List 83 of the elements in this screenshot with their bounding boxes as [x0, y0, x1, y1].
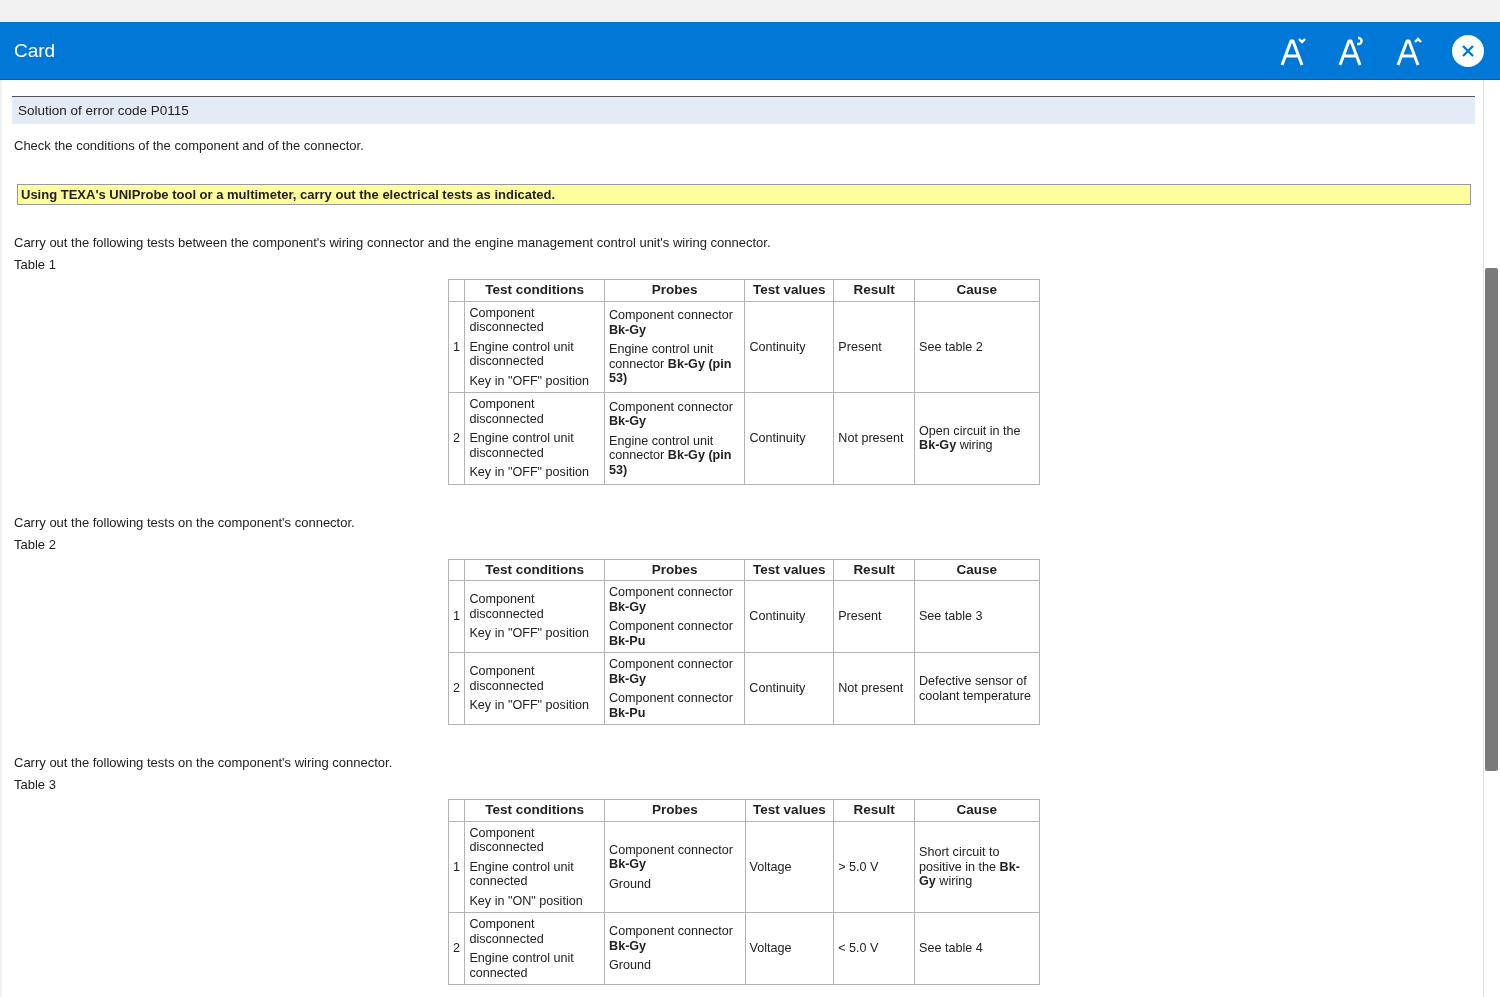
- column-header: Test conditions: [464, 279, 605, 301]
- probe-text: Component connector Bk-Gy: [608, 585, 734, 614]
- table-cell: Defective sensor of coolant temperature: [914, 652, 1039, 725]
- condition-text: Engine control unit disconnected: [469, 431, 575, 460]
- table-cell: Present: [833, 301, 915, 393]
- column-header: Test values: [745, 799, 834, 821]
- probe-text: Component connector Bk-Gy: [609, 842, 734, 872]
- table-cell: Continuity: [744, 580, 834, 653]
- condition-text: Key in "OFF" position: [469, 373, 590, 388]
- column-header: Result: [833, 559, 915, 581]
- table-caption: Table 3: [14, 777, 57, 792]
- table-cell: See table 2: [914, 301, 1039, 393]
- probe-text: Component connector Bk-Gy: [609, 399, 734, 429]
- instruction-text: Carry out the following tests on the component's wiring connector.: [14, 755, 394, 771]
- instruction-text: Check the conditions of the component and of the connector.: [14, 138, 365, 154]
- row-number: 1: [448, 301, 465, 393]
- condition-text: Component disconnected: [469, 825, 545, 855]
- table-cell: Continuity: [744, 392, 834, 484]
- condition-text: Key in "OFF" position: [469, 465, 590, 480]
- condition-text: Component disconnected: [469, 917, 545, 946]
- probe-text: Engine control unit connector Bk-Gy (pin 53): [609, 433, 733, 477]
- column-header: Probes: [604, 799, 746, 821]
- table-cell: < 5.0 V: [833, 912, 915, 985]
- table-cell: Not present: [833, 652, 915, 725]
- column-header: Test conditions: [464, 799, 605, 821]
- probe-text: Ground: [609, 876, 653, 891]
- close-button[interactable]: [1452, 34, 1484, 67]
- table-cell: > 5.0 V: [833, 821, 915, 913]
- condition-text: Engine control unit connected: [469, 859, 575, 889]
- row-number: 2: [448, 392, 465, 484]
- probe-text: Component connector Bk-Pu: [608, 619, 734, 648]
- probe-text: Component connector Bk-Pu: [608, 691, 734, 720]
- table-cell: Continuity: [744, 301, 834, 393]
- table-cell: Continuity: [744, 652, 834, 725]
- column-header: Test conditions: [464, 559, 605, 581]
- table-cell: Short circuit to positive in the Bk-Gy wiring: [914, 821, 1039, 913]
- row-number: 2: [448, 652, 465, 725]
- table-cell: Present: [833, 580, 915, 653]
- instruction-text: Carry out the following tests on the component's connector.: [14, 514, 356, 531]
- condition-text: Key in "OFF" position: [469, 626, 590, 641]
- condition-text: Component disconnected: [469, 592, 545, 622]
- row-number: 2: [448, 912, 465, 985]
- table-cell: Voltage: [745, 821, 834, 913]
- column-header: Cause: [914, 559, 1039, 581]
- column-header: Result: [833, 799, 915, 821]
- probe-text: Engine control unit connector Bk-Gy (pin 53): [609, 342, 733, 386]
- table-cell: Not present: [833, 392, 915, 484]
- column-header: Result: [833, 279, 915, 301]
- column-header: Test values: [744, 559, 834, 581]
- section-heading: Solution of error code P0115: [12, 96, 1475, 124]
- table-cell: Voltage: [745, 912, 834, 985]
- instruction-text: Carry out the following tests between the component's wiring connector and the engine management control unit's wiring connector.: [14, 235, 772, 251]
- scrollbar-thumb[interactable]: [1485, 268, 1498, 771]
- probe-text: Component connector Bk-Gy: [609, 924, 734, 954]
- scrollbar[interactable]: [1483, 80, 1500, 997]
- column-header: Probes: [604, 559, 745, 581]
- condition-text: Component disconnected: [469, 305, 545, 335]
- condition-text: Engine control unit disconnected: [469, 339, 575, 369]
- close-icon: [1461, 43, 1475, 58]
- condition-text: Engine control unit connected: [469, 951, 575, 980]
- table-cell: Open circuit in the Bk-Gy wiring: [914, 392, 1039, 484]
- table-cell: [448, 279, 465, 301]
- probe-text: Component connector Bk-Gy: [608, 657, 734, 686]
- condition-text: Key in "ON" position: [469, 893, 584, 908]
- highlight-note: Using TEXA's UNIProbe tool or a multimeter, carry out the electrical tests as indicated.: [17, 184, 1471, 205]
- column-header: Cause: [914, 279, 1039, 301]
- row-number: 1: [448, 580, 465, 653]
- probe-text: Component connector Bk-Gy: [609, 308, 734, 337]
- condition-text: Component disconnected: [469, 397, 545, 426]
- column-header: Probes: [604, 279, 745, 301]
- column-header: Cause: [914, 799, 1039, 821]
- table-caption: Table 1: [14, 257, 57, 272]
- table-cell: [448, 799, 465, 821]
- row-number: 1: [448, 821, 465, 913]
- table-cell: See table 3: [914, 580, 1039, 653]
- probe-text: Ground: [609, 958, 653, 973]
- column-header: Test values: [744, 279, 834, 301]
- condition-text: Key in "OFF" position: [469, 698, 590, 713]
- table-cell: See table 4: [914, 912, 1039, 985]
- window-title: Card: [14, 39, 57, 62]
- table-cell: [448, 559, 465, 581]
- table-caption: Table 2: [14, 536, 57, 552]
- condition-text: Component disconnected: [469, 664, 545, 694]
